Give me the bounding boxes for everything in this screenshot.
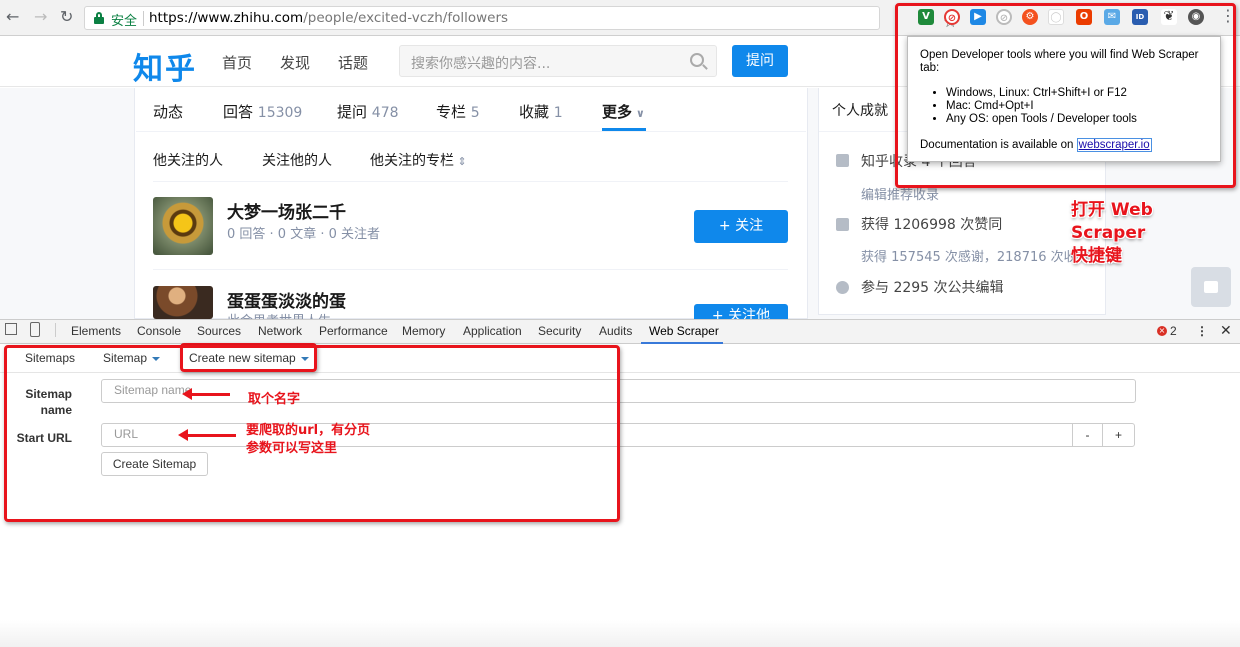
annotation-arrow-url	[178, 429, 236, 441]
ask-button[interactable]: 提问	[732, 45, 788, 77]
add-url-button[interactable]: +	[1102, 423, 1135, 447]
tab-sources[interactable]: Sources	[197, 324, 241, 338]
avatar[interactable]	[153, 286, 213, 319]
devtools-menu-icon[interactable]: ⋮	[1196, 324, 1208, 338]
tab-activity[interactable]: 动态	[153, 101, 183, 122]
search-icon[interactable]	[690, 53, 704, 67]
tab-divider	[136, 131, 806, 132]
active-devtools-tab-indicator	[641, 342, 723, 344]
forward-arrow-icon[interactable]: →	[34, 8, 47, 26]
tab-security[interactable]: Security	[538, 324, 581, 338]
device-toggle-icon[interactable]	[30, 322, 40, 337]
tab-more[interactable]: 更多 ∨	[602, 101, 645, 122]
follower-meta: 此会思考世界人生	[227, 310, 331, 319]
row-divider	[153, 269, 788, 270]
annotation-name-hint: 取个名字	[248, 392, 301, 407]
zhihu-logo[interactable]: 知乎	[133, 44, 197, 88]
chevron-down-icon: ∨	[632, 107, 645, 120]
close-devtools-icon[interactable]: ✕	[1220, 322, 1232, 339]
reload-icon[interactable]: ↻	[60, 8, 73, 26]
tab-answers[interactable]: 回答 15309	[223, 101, 302, 122]
annotation-arrow-name	[182, 388, 230, 400]
follower-name[interactable]: 蛋蛋蛋淡淡的蛋	[227, 287, 346, 312]
achievement-thanks: 获得 157545 次感谢，218716 次收藏	[861, 250, 1090, 265]
error-count[interactable]: 2	[1170, 324, 1177, 338]
annotation-box-extension	[895, 3, 1236, 188]
nav-home[interactable]: 首页	[222, 52, 252, 73]
subtab-divider	[153, 181, 788, 182]
achievement-edits: 参与 2295 次公共编辑	[861, 280, 1004, 296]
subtab-following[interactable]: 他关注的人	[153, 150, 223, 170]
tab-elements[interactable]: Elements	[71, 324, 121, 338]
search-input[interactable]: 搜索你感兴趣的内容...	[399, 45, 717, 77]
follower-meta: 0 回答 · 0 文章 · 0 关注者	[227, 227, 381, 242]
tab-application[interactable]: Application	[463, 324, 522, 338]
tab-web-scraper[interactable]: Web Scraper	[649, 324, 719, 338]
tab-columns[interactable]: 专栏 5	[436, 101, 480, 122]
toolbar-divider	[55, 323, 56, 337]
tab-memory[interactable]: Memory	[402, 324, 445, 338]
thumbs-up-icon	[836, 218, 849, 231]
subtab-columns[interactable]: 他关注的专栏 ⇕	[370, 150, 467, 170]
lock-icon	[94, 12, 104, 24]
follow-button[interactable]: + 关注他	[694, 304, 788, 319]
tab-console[interactable]: Console	[137, 324, 181, 338]
bottom-shade	[0, 620, 1240, 647]
edit-icon	[836, 281, 849, 294]
messages-float-button[interactable]	[1191, 267, 1231, 307]
achievement-likes: 获得 1206998 次赞同	[861, 217, 1003, 233]
follower-name[interactable]: 大梦一场张二千	[227, 198, 346, 223]
error-icon[interactable]: ×	[1157, 326, 1167, 336]
annotation-open-shortcut: 打开 Web Scraper 快捷键	[1071, 200, 1153, 266]
url-separator	[143, 11, 144, 26]
avatar[interactable]	[153, 197, 213, 255]
tab-collections[interactable]: 收藏 1	[519, 101, 563, 122]
inspect-icon[interactable]	[5, 323, 17, 335]
achievements-title: 个人成就	[832, 103, 888, 119]
address-bar[interactable]: 安全 https://www.zhihu.com/people/excited-…	[84, 6, 957, 31]
follow-button[interactable]: + 关注	[694, 210, 788, 243]
url-text[interactable]: https://www.zhihu.com/people/excited-vcz…	[149, 10, 508, 26]
subtab-followers[interactable]: 关注他的人	[262, 150, 332, 170]
sort-icon: ⇕	[454, 155, 467, 168]
tab-audits[interactable]: Audits	[599, 324, 632, 338]
secure-label: 安全	[111, 14, 138, 29]
tab-questions[interactable]: 提问 478	[337, 101, 399, 122]
nav-discover[interactable]: 发现	[280, 52, 310, 73]
nav-topics[interactable]: 话题	[338, 52, 368, 73]
search-placeholder: 搜索你感兴趣的内容...	[411, 56, 551, 72]
tab-network[interactable]: Network	[258, 324, 302, 338]
annotation-url-hint: 要爬取的url，有分页 参数可以写这里	[246, 423, 371, 456]
back-arrow-icon[interactable]: ←	[6, 8, 19, 26]
tab-performance[interactable]: Performance	[319, 324, 388, 338]
collection-icon	[836, 154, 849, 167]
remove-url-button[interactable]: -	[1072, 423, 1103, 447]
